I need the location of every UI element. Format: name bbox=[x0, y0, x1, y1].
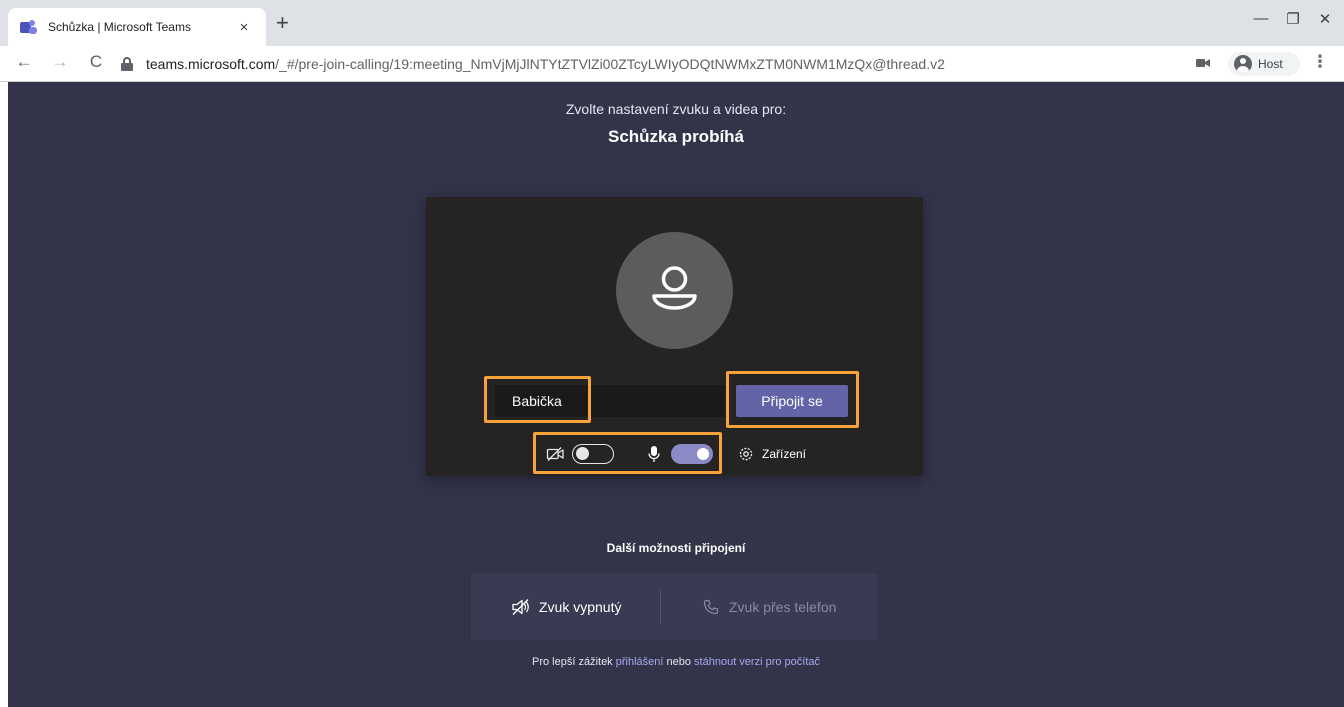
lock-icon bbox=[120, 56, 136, 72]
audio-off-label: Zvuk vypnutý bbox=[539, 599, 622, 615]
avatar bbox=[616, 232, 733, 349]
footer-prefix: Pro lepší zážitek bbox=[531, 656, 616, 668]
back-button[interactable]: ← bbox=[12, 52, 36, 72]
phone-icon bbox=[703, 599, 719, 615]
phone-audio-option[interactable]: Zvuk přes telefon bbox=[703, 574, 836, 640]
profile-avatar-icon bbox=[1234, 55, 1252, 73]
browser-menu-button[interactable]: ⋮ bbox=[1310, 52, 1330, 72]
join-button[interactable]: Připojit se bbox=[736, 385, 848, 417]
microphone-icon bbox=[648, 446, 660, 462]
tab-title: Schůzka | Microsoft Teams bbox=[48, 20, 191, 34]
devices-button[interactable]: Zařízení bbox=[737, 444, 806, 464]
name-input[interactable]: Babička bbox=[495, 385, 725, 417]
audio-options-panel: Zvuk vypnutý Zvuk přes telefon bbox=[471, 574, 877, 640]
phone-audio-label: Zvuk přes telefon bbox=[729, 599, 837, 615]
profile-button[interactable]: Host bbox=[1228, 52, 1300, 76]
footer-text: Pro lepší zážitek přihlášení nebo stáhno… bbox=[8, 656, 1344, 668]
footer-middle: nebo bbox=[663, 656, 695, 668]
url-text: teams.microsoft.com/_#/pre-join-calling/… bbox=[146, 56, 945, 72]
camera-control bbox=[546, 444, 614, 464]
new-tab-button[interactable]: + bbox=[276, 12, 289, 34]
prejoin-subtitle: Zvolte nastavení zvuku a videa pro: bbox=[565, 101, 787, 117]
camera-in-use-icon[interactable] bbox=[1196, 56, 1210, 70]
camera-toggle[interactable] bbox=[572, 444, 614, 464]
gear-icon bbox=[739, 447, 753, 461]
signin-link[interactable]: přihlášení bbox=[616, 656, 664, 668]
browser-tab[interactable]: Schůzka | Microsoft Teams × bbox=[8, 8, 266, 46]
video-off-icon bbox=[546, 447, 564, 461]
teams-logo-icon bbox=[20, 19, 38, 35]
reload-button[interactable]: C bbox=[84, 52, 108, 72]
teams-prejoin-screen: Zvolte nastavení zvuku a videa pro: Schů… bbox=[8, 82, 1344, 707]
mic-control bbox=[647, 444, 713, 464]
download-desktop-link[interactable]: stáhnout verzi pro počítač bbox=[694, 656, 820, 668]
more-options-title: Další možnosti připojení bbox=[606, 541, 746, 555]
browser-tab-strip: Schůzka | Microsoft Teams × + — ❐ ✕ bbox=[0, 0, 1344, 46]
person-icon bbox=[652, 266, 697, 310]
speaker-off-icon bbox=[512, 599, 529, 615]
video-preview-panel: Babička Připojit se Zařízení bbox=[426, 197, 923, 476]
tab-close-icon[interactable]: × bbox=[234, 19, 254, 36]
minimize-button[interactable]: — bbox=[1246, 10, 1276, 27]
restore-button[interactable]: ❐ bbox=[1278, 10, 1308, 28]
forward-button[interactable]: → bbox=[48, 52, 72, 72]
audio-off-option[interactable]: Zvuk vypnutý bbox=[511, 574, 621, 640]
address-bar[interactable]: teams.microsoft.com/_#/pre-join-calling/… bbox=[120, 51, 1180, 77]
profile-label: Host bbox=[1258, 57, 1283, 71]
browser-toolbar: ← → C teams.microsoft.com/_#/pre-join-ca… bbox=[0, 46, 1344, 82]
window-close-button[interactable]: ✕ bbox=[1310, 10, 1340, 28]
mic-toggle[interactable] bbox=[671, 444, 713, 464]
meeting-title: Schůzka probíhá bbox=[607, 127, 745, 146]
options-divider bbox=[660, 590, 661, 624]
devices-label: Zařízení bbox=[762, 447, 807, 461]
